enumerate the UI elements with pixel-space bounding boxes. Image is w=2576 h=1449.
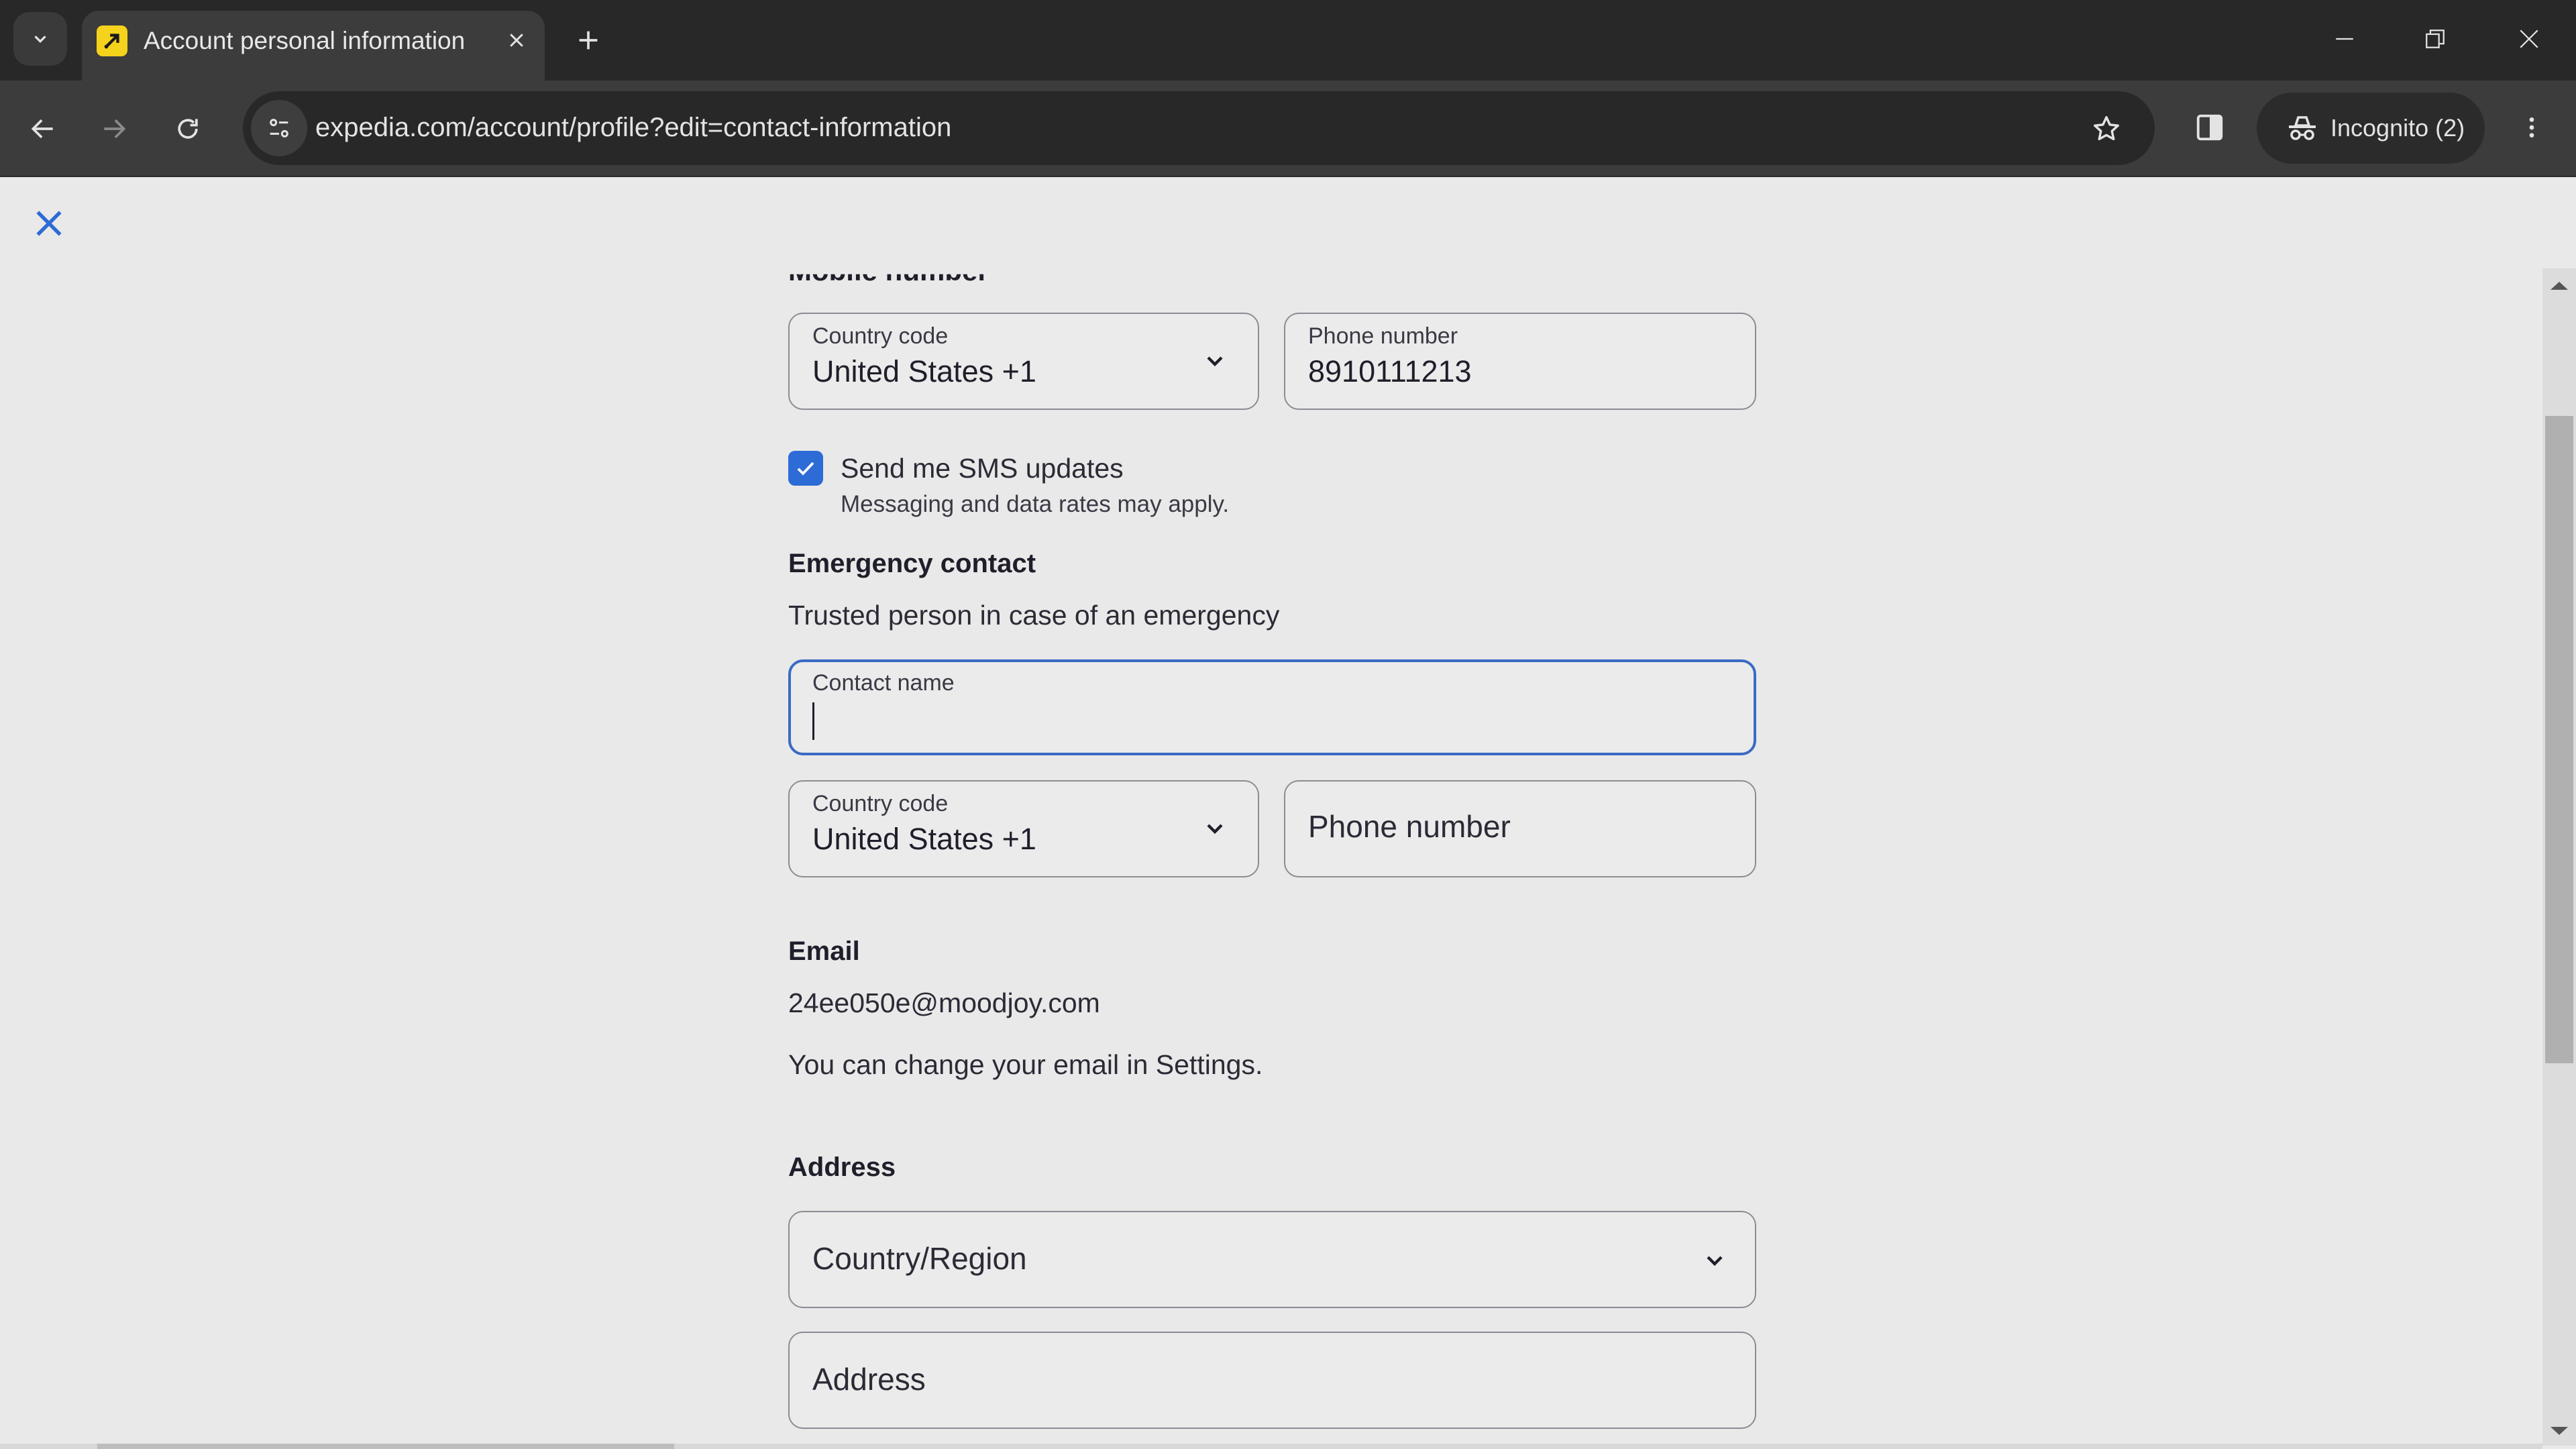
country-region-select[interactable]: Country/Region (788, 1211, 1756, 1308)
vertical-scrollbar[interactable] (2542, 268, 2576, 1446)
contact-name-input[interactable]: Contact name (788, 659, 1756, 755)
chevron-down-icon (1707, 1256, 1723, 1267)
emergency-contact-heading: Emergency contact (788, 549, 1036, 578)
email-heading: Email (788, 936, 860, 966)
field-label: Country code (812, 323, 949, 349)
incognito-indicator[interactable]: Incognito (2) (2257, 93, 2485, 164)
close-icon (2520, 30, 2538, 48)
close-icon (36, 211, 62, 236)
sms-updates-checkbox[interactable] (788, 451, 823, 486)
reload-icon (178, 119, 198, 139)
email-change-note: You can change your email in Settings. (788, 1049, 1263, 1080)
restore-button[interactable] (2402, 12, 2469, 66)
tab-close-button[interactable] (498, 21, 535, 59)
address-bar[interactable]: expedia.com/account/profile?edit=contact… (243, 91, 2155, 165)
expedia-logo-icon (97, 25, 127, 56)
sms-updates-label[interactable]: Send me SMS updates (841, 453, 1124, 484)
mobile-phone-input[interactable]: Phone number 8910111213 (1284, 313, 1756, 410)
new-tab-button[interactable] (567, 19, 610, 62)
horizontal-scrollbar[interactable] (0, 1444, 2542, 1449)
horizontal-scrollbar-thumb[interactable] (97, 1444, 674, 1449)
text-caret (812, 702, 814, 740)
field-placeholder: Phone number (1308, 809, 1511, 844)
bookmark-button[interactable] (2085, 107, 2128, 150)
close-icon (510, 34, 523, 47)
arrow-left-icon (31, 119, 53, 139)
close-window-button[interactable] (2496, 12, 2563, 66)
incognito-label: Incognito (2) (2330, 114, 2465, 142)
reload-button[interactable] (166, 107, 209, 150)
emergency-country-code-select[interactable]: Country code United States +1 (788, 780, 1259, 877)
field-label: Country code (812, 791, 949, 816)
browser-toolbar: expedia.com/account/profile?edit=contact… (0, 80, 2576, 177)
incognito-icon (2289, 116, 2316, 140)
sms-updates-checkbox-row[interactable]: Send me SMS updates (788, 451, 1124, 486)
side-panel-icon (2196, 114, 2223, 141)
url-text[interactable]: expedia.com/account/profile?edit=contact… (315, 113, 951, 143)
plus-icon (579, 31, 598, 50)
chevron-down-icon (1207, 356, 1223, 367)
chevron-down-icon (34, 36, 46, 44)
chevron-down-icon (1207, 824, 1223, 835)
arrow-right-icon (104, 119, 126, 139)
address-input[interactable]: Address (788, 1332, 1756, 1429)
emergency-phone-input[interactable]: Phone number (1284, 780, 1756, 877)
checkmark-icon (797, 462, 814, 476)
field-value: United States +1 (812, 822, 1036, 856)
back-button[interactable] (21, 107, 64, 150)
field-placeholder: Address (812, 1362, 926, 1397)
mobile-country-code-select[interactable]: Country code United States +1 (788, 313, 1259, 410)
tab-title: Account personal information (144, 27, 466, 54)
emergency-contact-description: Trusted person in case of an emergency (788, 600, 1280, 631)
scroll-up-arrow-icon[interactable] (2551, 282, 2568, 290)
restore-icon (2426, 30, 2445, 48)
minimize-icon (2336, 38, 2353, 40)
kebab-menu-icon (2529, 117, 2534, 138)
field-value: 8910111213 (1308, 354, 1472, 388)
side-panel-button[interactable] (2188, 106, 2231, 149)
tab-strip: Account personal information (0, 0, 2576, 80)
field-value: United States +1 (812, 354, 1036, 388)
vertical-scrollbar-thumb[interactable] (2545, 416, 2573, 1063)
site-info-button[interactable] (251, 100, 307, 156)
field-label: Contact name (812, 670, 955, 696)
tune-icon (270, 119, 288, 138)
sms-rates-note: Messaging and data rates may apply. (841, 491, 1230, 517)
browser-tab-active[interactable]: Account personal information (82, 11, 545, 80)
scroll-down-arrow-icon[interactable] (2551, 1427, 2568, 1435)
tab-search-button[interactable] (13, 12, 67, 66)
close-dialog-button[interactable] (27, 201, 71, 246)
field-placeholder: Country/Region (812, 1241, 1027, 1276)
mobile-number-heading: Mobile number (788, 255, 989, 286)
address-heading: Address (788, 1152, 896, 1182)
browser-menu-button[interactable] (2510, 106, 2553, 149)
forward-button[interactable] (93, 107, 136, 150)
field-label: Phone number (1308, 323, 1458, 349)
star-icon (2094, 116, 2119, 141)
minimize-button[interactable] (2311, 12, 2378, 66)
email-value: 24ee050e@moodjoy.com (788, 987, 1100, 1018)
